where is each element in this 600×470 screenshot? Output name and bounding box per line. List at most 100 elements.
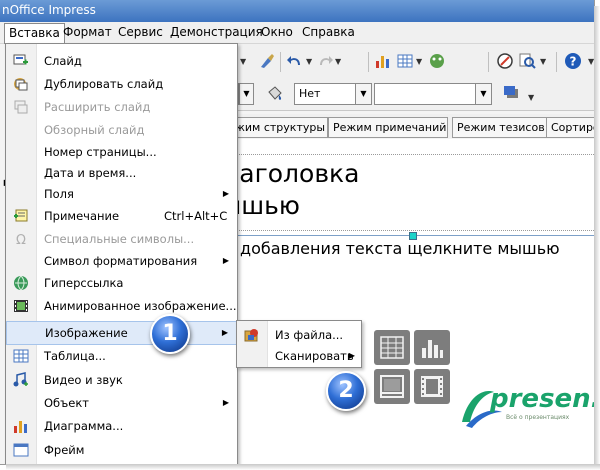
duplicate-slide-icon <box>14 78 28 91</box>
menu-format[interactable]: Формат <box>63 25 112 39</box>
line-color-combo[interactable]: Нет ▼ <box>294 83 372 105</box>
menu-window[interactable]: Окно <box>261 25 293 39</box>
chevron-down-icon[interactable]: ▼ <box>475 84 491 104</box>
new-slide-icon <box>13 54 28 65</box>
menu-item-label: Дата и время... <box>44 166 137 180</box>
undo-icon[interactable] <box>286 52 304 70</box>
selection-handle[interactable] <box>409 232 417 240</box>
menu-item-scan[interactable]: Сканировать ▶ <box>237 345 361 366</box>
tab-slide-sorter[interactable]: Сортиро <box>546 117 594 138</box>
table-icon <box>13 349 29 363</box>
menu-item-summary-slide[interactable]: Обзорный слайд <box>6 119 237 141</box>
menu-help[interactable]: Справка <box>302 25 355 39</box>
movie-sound-icon <box>13 372 28 387</box>
menu-item-hyperlink[interactable]: Гиперссылка <box>6 272 237 294</box>
shortcut-label: Ctrl+Alt+C <box>164 209 228 223</box>
zoom-dropdown-arrow-icon[interactable]: ▼ <box>540 57 546 66</box>
menu-item-slide[interactable]: Слайд <box>6 50 237 72</box>
menu-item-formatting-mark[interactable]: Символ форматирования ▶ <box>6 250 237 272</box>
comment-icon <box>14 209 28 222</box>
insert-table-icon[interactable] <box>374 330 410 365</box>
menu-item-animated-image[interactable]: Анимированное изображение... <box>6 295 237 317</box>
menu-item-label: Сканировать <box>275 349 354 363</box>
insert-picture-icon[interactable] <box>374 369 410 404</box>
menu-item-label: Из файла... <box>275 328 344 342</box>
menu-item-expand-slide[interactable]: Расширить слайд <box>6 96 237 118</box>
step-badge-2: 2 <box>326 371 366 411</box>
menu-item-movie-sound[interactable]: Видео и звук <box>6 369 237 391</box>
line-and-filling-toolbar: ▼ Нет ▼ ▼ ▼ <box>236 78 594 111</box>
logo-tagline: Всё о презентациях <box>506 414 570 421</box>
menu-item-label: Слайд <box>44 54 82 68</box>
menu-item-object[interactable]: Объект ▶ <box>6 392 237 414</box>
menu-item-date-time[interactable]: Дата и время... <box>6 162 237 184</box>
show-draw-functions-icon[interactable] <box>428 52 446 70</box>
menu-slideshow[interactable]: Демонстрация <box>170 25 263 39</box>
chevron-down-icon[interactable]: ▼ <box>239 84 253 104</box>
expand-slide-icon <box>14 100 28 114</box>
window-title: nOffice Impress <box>2 3 96 17</box>
menu-item-table[interactable]: Таблица... <box>6 345 237 367</box>
menu-item-frame[interactable]: Фрейм <box>6 439 237 461</box>
menu-item-special-characters[interactable]: Ω Специальные символы... <box>6 228 237 250</box>
tab-notes[interactable]: Режим примечаний <box>328 117 448 138</box>
special-characters-icon: Ω <box>16 233 26 247</box>
hyperlink-icon <box>14 275 28 291</box>
menu-item-comment[interactable]: Примечание Ctrl+Alt+C <box>6 205 237 227</box>
submenu-arrow-icon: ▶ <box>221 328 228 337</box>
menu-item-label: Поля <box>44 187 74 201</box>
menu-item-label: Гиперссылка <box>44 276 124 290</box>
table-icon[interactable] <box>396 52 414 70</box>
help-icon[interactable]: ? <box>564 52 582 70</box>
frame-icon <box>13 443 29 457</box>
chevron-down-icon[interactable]: ▼ <box>355 84 371 104</box>
toolbar-overflow-icon[interactable]: ▼ <box>528 93 534 102</box>
step-badge-1: 1 <box>150 314 190 354</box>
menu-item-label: Видео и звук <box>44 373 123 387</box>
menu-item-label: Анимированное изображение... <box>44 299 237 313</box>
image-submenu: Из файла... Сканировать ▶ <box>236 320 362 368</box>
submenu-arrow-icon: ▶ <box>222 256 229 265</box>
menu-item-label: Таблица... <box>44 349 106 363</box>
navigator-icon[interactable] <box>496 52 514 70</box>
zoom-icon[interactable] <box>518 52 536 70</box>
insert-menu-dropdown: Слайд Дублировать слайд Расширить слайд … <box>5 43 238 464</box>
line-style-combo[interactable]: ▼ <box>238 83 254 105</box>
chart-icon[interactable] <box>374 52 392 70</box>
menu-tools[interactable]: Сервис <box>118 25 163 39</box>
tab-handout[interactable]: Режим тезисов <box>452 117 548 138</box>
slide-body-placeholder[interactable]: добавления текста щелкните мышью <box>240 239 560 258</box>
area-fill-icon[interactable] <box>266 84 284 102</box>
menu-item-label: Специальные символы... <box>44 232 195 246</box>
menu-item-page-number[interactable]: Номер страницы... <box>6 141 237 163</box>
insert-chart-icon[interactable] <box>414 330 450 365</box>
menu-item-from-file[interactable]: Из файла... <box>237 324 361 345</box>
toolbar-dropdown-arrow-icon[interactable]: ▼ <box>240 57 246 66</box>
area-style-combo[interactable]: ▼ <box>374 83 492 105</box>
shadow-icon[interactable] <box>502 84 520 102</box>
menu-item-label: Объект <box>44 396 89 410</box>
menu-insert[interactable]: Вставка <box>4 23 65 44</box>
chart-icon <box>14 421 27 433</box>
menu-item-image[interactable]: Изображение ▶ <box>6 321 237 345</box>
tab-outline[interactable]: жим структуры <box>230 117 328 138</box>
app-window: nOffice Impress Вставка Формат Сервис Де… <box>0 0 595 465</box>
undo-dropdown-arrow-icon[interactable]: ▼ <box>306 57 312 66</box>
menu-item-label: Символ форматирования <box>44 254 198 268</box>
redo-dropdown-arrow-icon[interactable]: ▼ <box>335 57 341 66</box>
clone-formatting-icon[interactable] <box>258 52 276 70</box>
redo-icon[interactable] <box>316 52 334 70</box>
insert-content-placeholder <box>374 330 452 406</box>
menu-item-chart[interactable]: Диаграмма... <box>6 415 237 437</box>
line-color-value: Нет <box>299 87 321 100</box>
menu-item-fields[interactable]: Поля ▶ <box>6 183 237 205</box>
insert-movie-icon[interactable] <box>414 369 450 404</box>
title-bar: nOffice Impress <box>0 0 594 22</box>
table-dropdown-arrow-icon[interactable]: ▼ <box>416 57 422 66</box>
svg-text:Ω: Ω <box>16 233 26 247</box>
view-tabs: жим структуры Режим примечаний Режим тез… <box>230 114 594 138</box>
menu-bar: Вставка Формат Сервис Демонстрация Окно … <box>0 22 594 44</box>
insert-image-from-file-icon <box>244 329 258 342</box>
menu-item-label: Расширить слайд <box>44 100 151 114</box>
menu-item-duplicate-slide[interactable]: Дублировать слайд <box>6 73 237 95</box>
